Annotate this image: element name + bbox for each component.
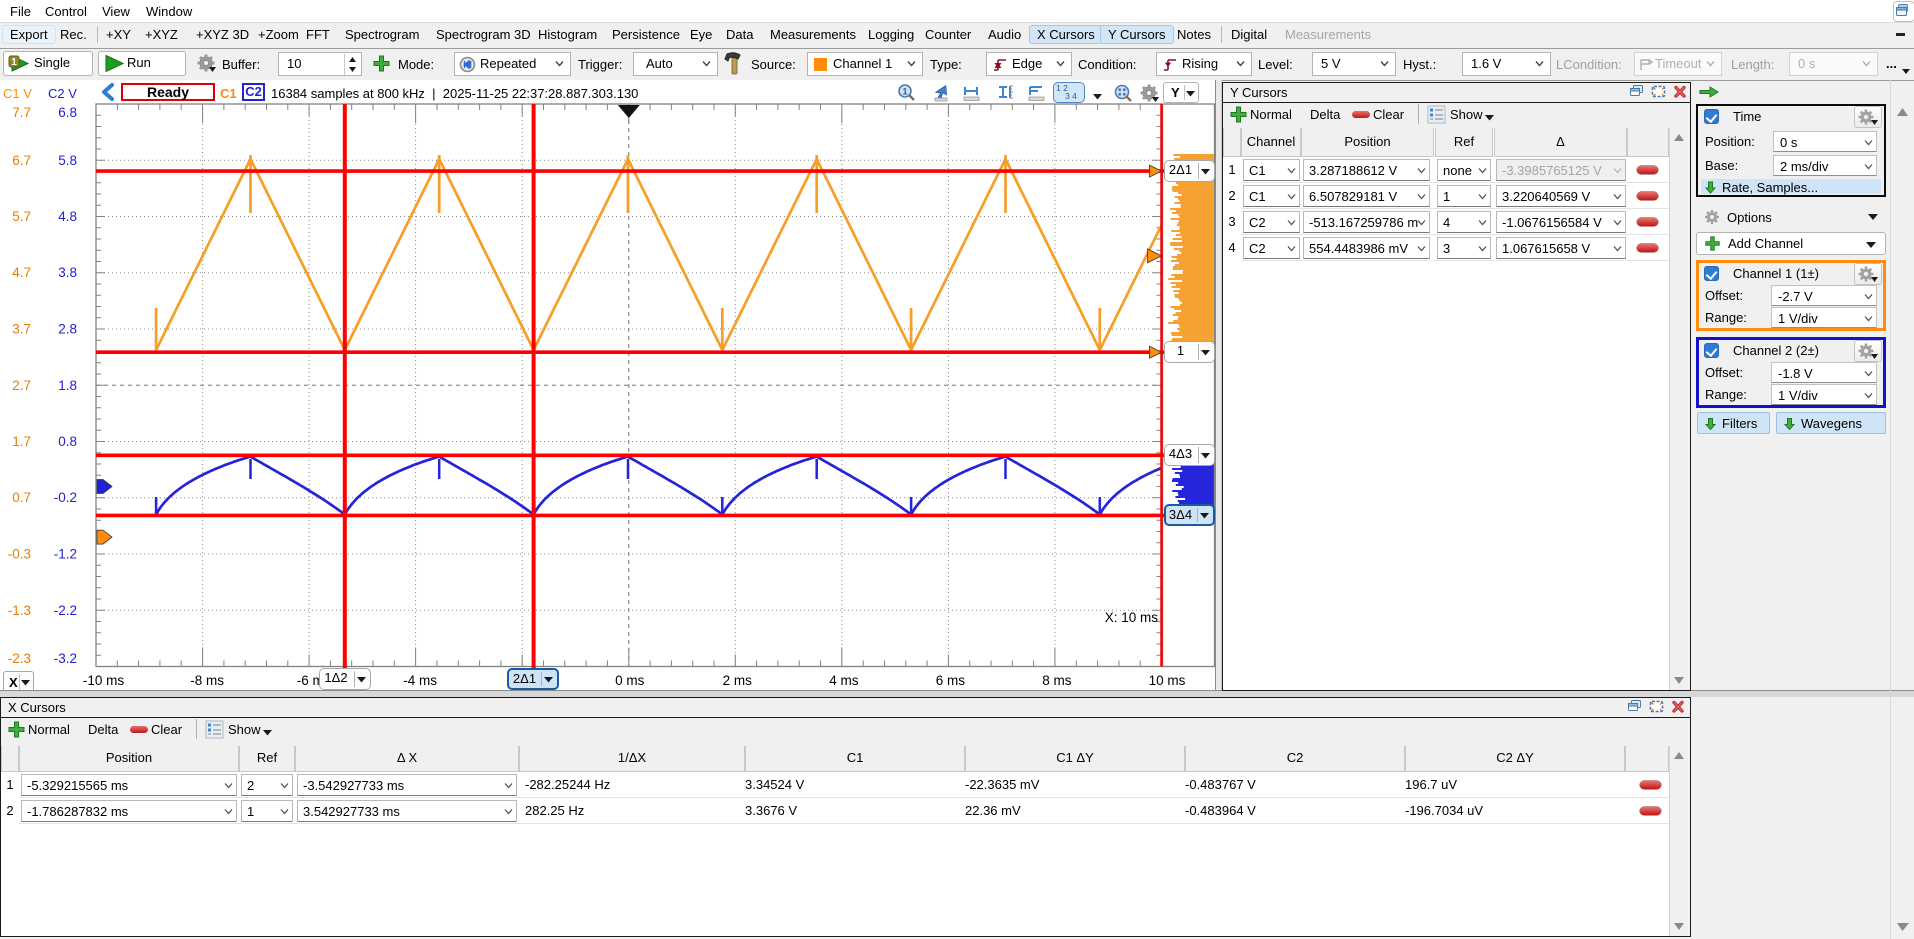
svg-text:1.7: 1.7 xyxy=(12,434,31,449)
svg-text:4 ms: 4 ms xyxy=(829,673,859,688)
svg-text:X: 10 ms: X: 10 ms xyxy=(1105,610,1159,625)
svg-text:0.8: 0.8 xyxy=(58,434,77,449)
svg-text:-2.3: -2.3 xyxy=(8,651,31,666)
svg-text:1.8: 1.8 xyxy=(58,378,77,393)
svg-text:-8 ms: -8 ms xyxy=(190,673,224,688)
svg-text:6.8: 6.8 xyxy=(58,105,77,120)
svg-text:-1.3: -1.3 xyxy=(8,603,31,618)
svg-text:6.7: 6.7 xyxy=(12,153,31,168)
svg-text:-4 ms: -4 ms xyxy=(403,673,437,688)
svg-text:2.7: 2.7 xyxy=(12,378,31,393)
svg-text:-0.3: -0.3 xyxy=(8,547,31,562)
svg-text:5.8: 5.8 xyxy=(58,153,77,168)
svg-text:2.8: 2.8 xyxy=(58,322,77,337)
svg-text:6 ms: 6 ms xyxy=(936,673,966,688)
svg-text:-3.2: -3.2 xyxy=(54,651,77,666)
svg-text:3.7: 3.7 xyxy=(12,322,31,337)
svg-text:-1.2: -1.2 xyxy=(54,547,77,562)
svg-text:4.8: 4.8 xyxy=(58,209,77,224)
svg-text:2 ms: 2 ms xyxy=(723,673,753,688)
svg-text:-0.2: -0.2 xyxy=(54,490,77,505)
svg-text:8 ms: 8 ms xyxy=(1042,673,1072,688)
svg-text:4.7: 4.7 xyxy=(12,265,31,280)
svg-text:3.8: 3.8 xyxy=(58,265,77,280)
svg-text:-10 ms: -10 ms xyxy=(83,673,125,688)
svg-text:0 ms: 0 ms xyxy=(615,673,645,688)
svg-text:-2.2: -2.2 xyxy=(54,603,77,618)
svg-text:10 ms: 10 ms xyxy=(1149,673,1186,688)
svg-text:5.7: 5.7 xyxy=(12,209,31,224)
svg-text:7.7: 7.7 xyxy=(12,105,31,120)
svg-text:0.7: 0.7 xyxy=(12,490,31,505)
